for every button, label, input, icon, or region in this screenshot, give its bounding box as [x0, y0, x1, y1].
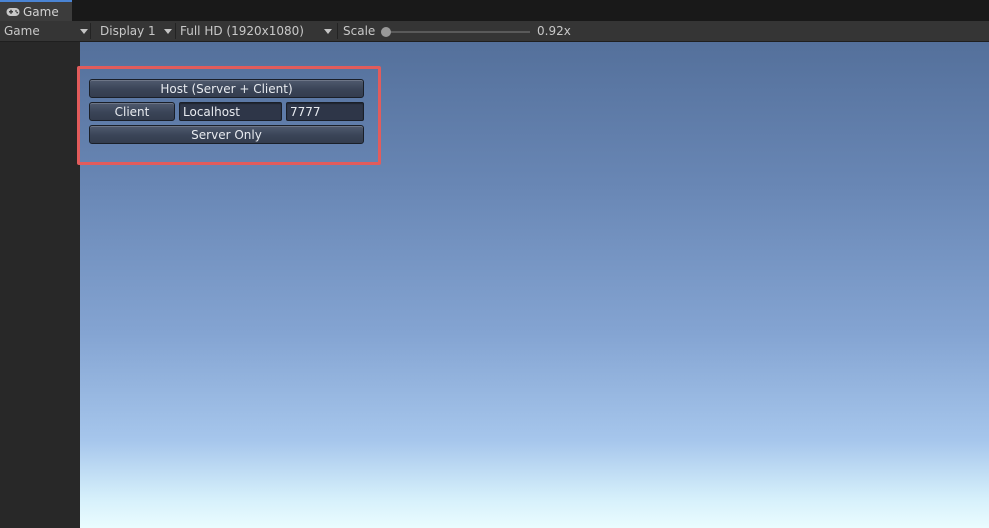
- toolbar-divider: [337, 23, 338, 39]
- gamepad-icon: [6, 5, 20, 19]
- tab-game[interactable]: Game: [0, 0, 72, 21]
- tab-label: Game: [23, 4, 59, 19]
- scale-label: Scale: [343, 21, 377, 41]
- display-dropdown-label: Display 1: [100, 24, 156, 38]
- unity-game-window: Game Game Display 1 Full HD (1920x1080) …: [0, 0, 989, 528]
- toolbar-divider: [90, 23, 91, 39]
- resolution-dropdown[interactable]: Full HD (1920x1080): [180, 21, 332, 41]
- chevron-down-icon: [80, 29, 88, 34]
- tab-bar: Game: [0, 0, 989, 21]
- scale-value: 0.92x: [537, 21, 577, 41]
- letterbox-left: [0, 42, 80, 528]
- mode-dropdown[interactable]: Game: [4, 21, 88, 41]
- chevron-down-icon: [324, 29, 332, 34]
- mode-dropdown-label: Game: [4, 24, 40, 38]
- chevron-down-icon: [164, 29, 172, 34]
- scale-value-text: 0.92x: [537, 24, 571, 38]
- display-dropdown[interactable]: Display 1: [100, 21, 172, 41]
- resolution-dropdown-label: Full HD (1920x1080): [180, 24, 304, 38]
- toolbar-divider: [175, 23, 176, 39]
- highlight-box: [77, 66, 381, 165]
- scale-slider-track[interactable]: [386, 31, 530, 33]
- scale-label-text: Scale: [343, 24, 376, 38]
- scale-slider-thumb[interactable]: [381, 27, 391, 37]
